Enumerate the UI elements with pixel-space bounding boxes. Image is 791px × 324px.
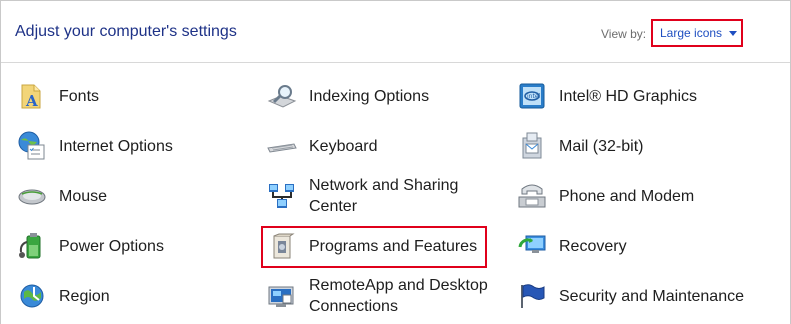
item-label: Indexing Options [309, 87, 430, 105]
item-label: Mouse [59, 187, 108, 205]
item-label: Intel® HD Graphics [559, 87, 698, 105]
item-label: Mail (32-bit) [559, 137, 644, 155]
remoteapp-icon [265, 279, 299, 313]
view-by-label: View by: [601, 27, 647, 41]
item-label: Phone and Modem [559, 187, 695, 205]
item-label: Programs and Features [309, 237, 478, 255]
item-label: RemoteApp and Desktop Connections [309, 277, 488, 315]
item-phone-modem[interactable]: Phone and Modem [515, 172, 775, 220]
item-security-maintenance[interactable]: Security and Maintenance [515, 272, 775, 320]
item-mouse[interactable]: Mouse [15, 172, 245, 220]
indexing-options-icon [265, 79, 299, 113]
item-label: Security and Maintenance [559, 287, 744, 305]
page-title: Adjust your computer's settings [15, 23, 237, 40]
svg-text:A: A [25, 92, 38, 110]
item-internet-options[interactable]: Internet Options [15, 122, 245, 170]
view-by-value: Large icons [660, 26, 723, 40]
item-label: Network and Sharing Center [309, 177, 459, 215]
item-recovery[interactable]: Recovery [515, 222, 775, 270]
recovery-icon [515, 229, 549, 263]
fonts-icon: A [15, 79, 49, 113]
item-label: Internet Options [59, 137, 173, 155]
item-keyboard[interactable]: Keyboard [265, 122, 500, 170]
intel-hd-graphics-icon: intel [515, 79, 549, 113]
item-region[interactable]: Region [15, 272, 245, 320]
item-mail[interactable]: Mail (32-bit) [515, 122, 775, 170]
item-network-sharing-center[interactable]: Network and Sharing Center [265, 172, 500, 220]
power-options-icon [15, 229, 49, 263]
view-by-dropdown[interactable]: Large icons [651, 19, 743, 47]
header-divider [1, 62, 790, 63]
mail-icon [515, 129, 549, 163]
svg-text:intel: intel [527, 93, 541, 100]
item-power-options[interactable]: Power Options [15, 222, 245, 270]
keyboard-icon [265, 129, 299, 163]
item-label: Recovery [559, 237, 627, 255]
mouse-icon [15, 179, 49, 213]
programs-features-icon [265, 229, 299, 263]
internet-options-icon [15, 129, 49, 163]
item-remoteapp[interactable]: RemoteApp and Desktop Connections [265, 272, 500, 320]
item-intel-hd-graphics[interactable]: intel Intel® HD Graphics [515, 72, 775, 120]
item-fonts[interactable]: A Fonts [15, 72, 245, 120]
network-sharing-icon [265, 179, 299, 213]
item-indexing-options[interactable]: Indexing Options [265, 72, 500, 120]
item-label: Power Options [59, 237, 164, 255]
item-label: Fonts [59, 87, 100, 105]
security-maintenance-icon [515, 279, 549, 313]
control-panel-header: Adjust your computer's settings View by:… [0, 0, 789, 62]
item-label: Keyboard [309, 137, 378, 155]
region-icon [15, 279, 49, 313]
item-programs-features[interactable]: Programs and Features [265, 222, 500, 270]
phone-modem-icon [515, 179, 549, 213]
item-label: Region [59, 287, 110, 305]
chevron-down-icon [729, 30, 738, 36]
